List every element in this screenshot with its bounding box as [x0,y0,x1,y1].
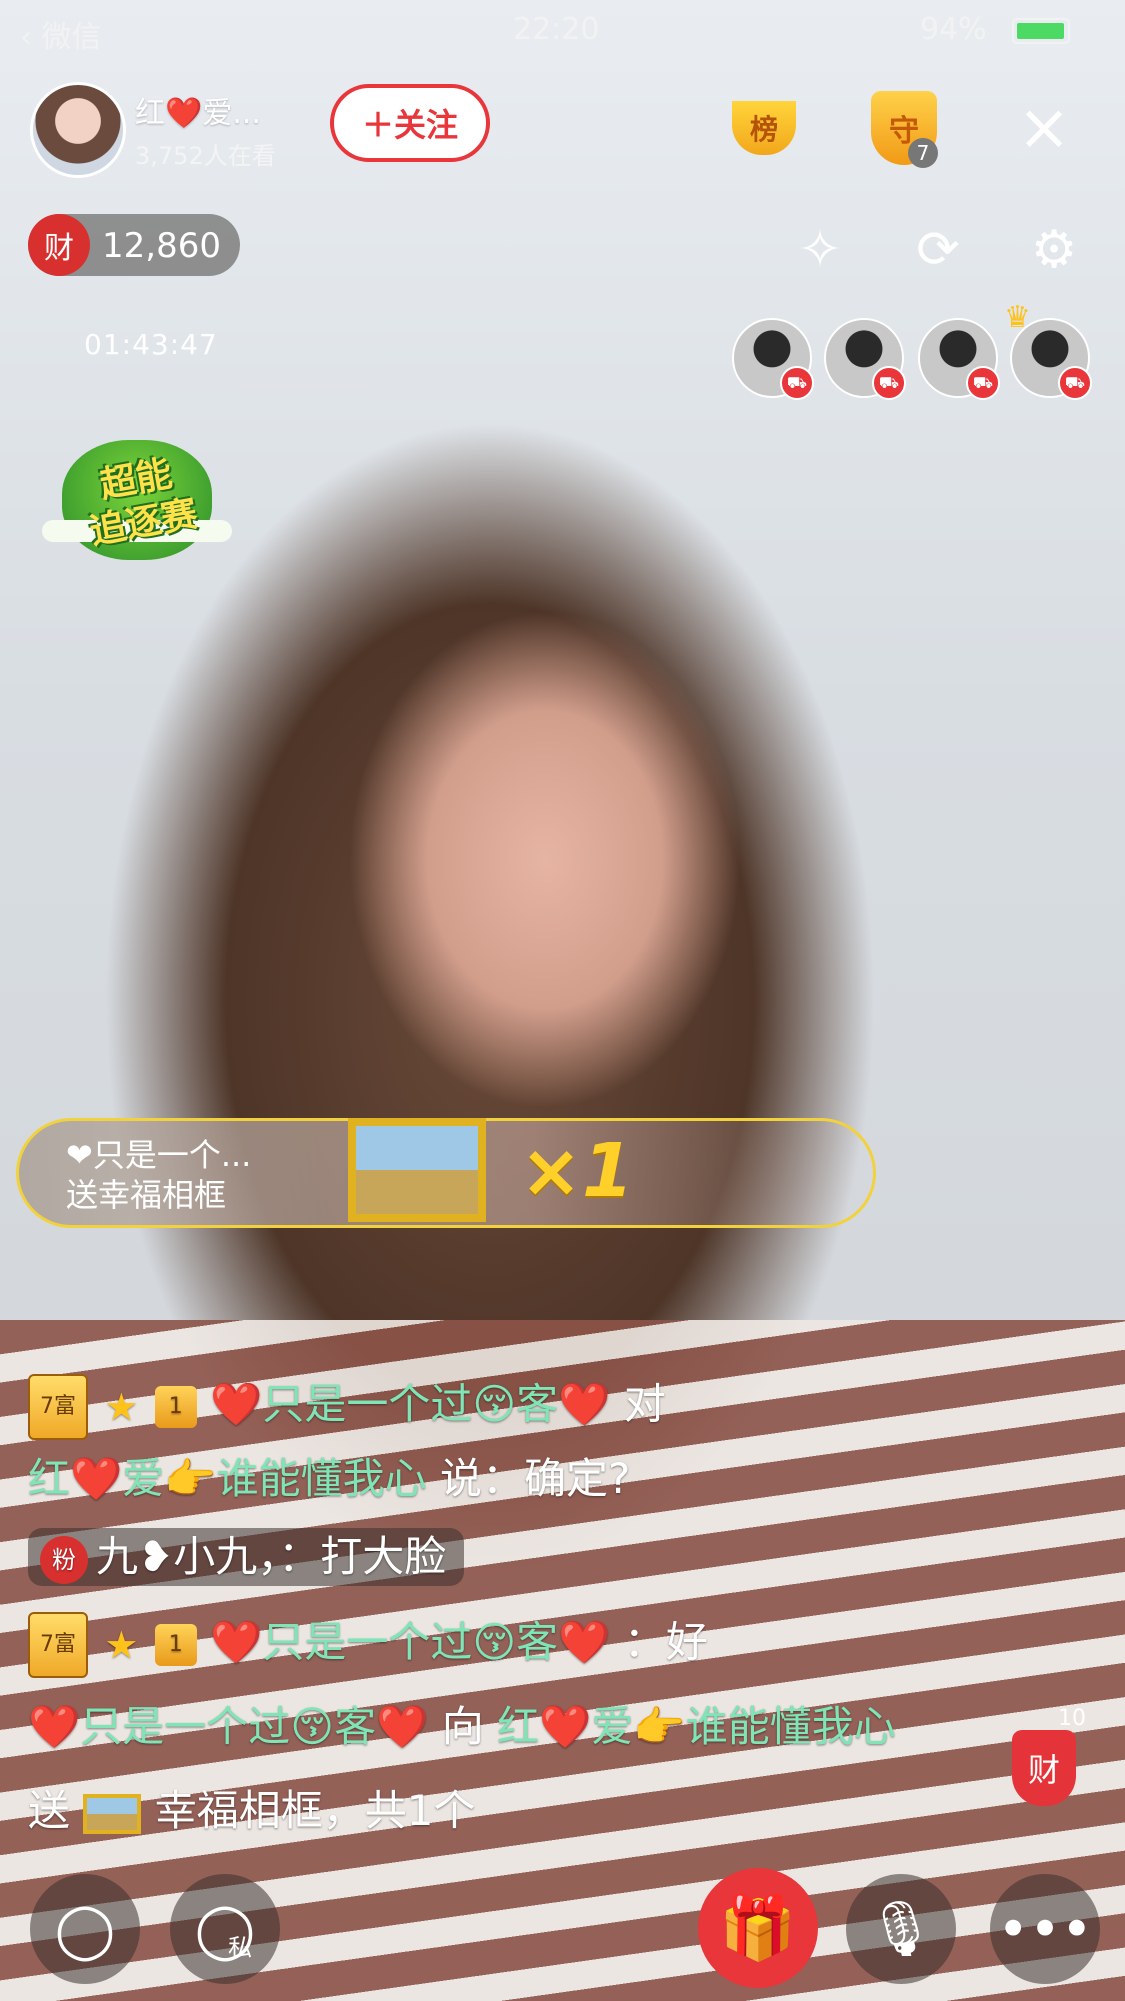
sofa-icon: ⛟ [872,366,906,400]
viewer-avatar[interactable]: ⛟ [918,318,1000,400]
sofa-icon: ⛟ [966,366,1000,400]
magic-wand-icon[interactable]: ✧ [784,214,856,286]
gift-banner-action: 送幸福相框 [66,1176,227,1214]
chat-target[interactable]: 红❤️爱👉谁能懂我心 [497,1702,896,1751]
wealth-value: 12,860 [102,226,221,266]
chat-text: ：打大脸 [278,1532,447,1581]
gear-icon[interactable]: ⚙ [1018,214,1090,286]
chat-username[interactable]: ❤️只是一个过😚客❤️ [210,1380,610,1429]
trophy-icon: 榜 [732,101,796,155]
fan-badge: 粉 [40,1535,88,1584]
chat-pill: 粉九❥小九，：打大脸 [28,1528,465,1586]
crown-icon: ♛ [1004,300,1031,335]
chat-send-label: 送 [28,1786,71,1835]
chat-gift-text: 幸福相框，共1个 [154,1786,476,1835]
chat-username[interactable]: 九❥小九， [96,1532,278,1581]
mic-plus-icon[interactable]: 🎙 [846,1874,956,1984]
rank-trophy-button[interactable]: 榜 [728,92,800,164]
chat-gift-message[interactable]: ❤️只是一个过😚客❤️ 向 红❤️爱👉谁能懂我心 [28,1698,896,1756]
wealth-icon: 财 [28,214,90,276]
status-time: 22:20 [513,12,600,47]
chat-message[interactable]: 7富 ★ 1 ❤️只是一个过😚客❤️ 对 [28,1374,666,1440]
streamer-name[interactable]: 红❤️爱... [135,88,261,132]
wealth-level-badge: 7富 [28,1612,88,1678]
gift-thumbnail [83,1793,142,1834]
chat-message-continued[interactable]: 红❤️爱👉谁能懂我心 说：确定? [28,1450,630,1508]
close-icon[interactable]: × [1012,96,1076,160]
chat-connector: 向 [441,1702,484,1751]
sofa-icon: ⛟ [1058,366,1092,400]
star-icon: ★ [104,1623,139,1667]
chat-bubble-icon[interactable]: ◯ [30,1874,140,1984]
chat-username[interactable]: ❤️只是一个过😚客❤️ [28,1702,428,1751]
medal-icon: 1 [154,1624,197,1666]
gift-icon[interactable]: 🎁 [698,1868,818,1988]
back-chevron-icon: ‹ [20,20,42,55]
more-icon[interactable]: ••• [990,1874,1100,1984]
gift-banner-count: ×1 [520,1128,634,1214]
chat-gift-message-continued[interactable]: 送 幸福相框，共1个 [28,1782,475,1840]
star-icon: ★ [104,1385,139,1429]
medal-icon: 1 [154,1386,197,1428]
wealth-level-badge: 7富 [28,1374,88,1440]
sofa-icon: ⛟ [780,366,814,400]
viewer-avatar[interactable]: ⛟ [732,318,814,400]
battery-icon [1012,18,1070,44]
streamer-avatar[interactable] [30,82,126,178]
chat-target[interactable]: 红❤️爱👉谁能懂我心 [28,1454,427,1503]
promo-event-badge[interactable]: 超能 追逐赛 [42,440,232,560]
guard-count-badge: 7 [908,138,938,168]
fortune-bag-button[interactable]: 财 [1012,1730,1076,1806]
gift-frame-image [348,1118,486,1222]
status-battery-percent: 94% [920,12,987,47]
battery-fill [1017,23,1064,39]
follow-button[interactable]: ＋关注 [330,84,490,162]
fortune-count: 10 [1058,1706,1086,1731]
live-timer: 01:43:47 [84,328,218,361]
chat-text: 说：确定? [439,1454,631,1503]
chat-message[interactable]: 粉九❥小九，：打大脸 [28,1528,465,1586]
viewer-count: 3,752人在看 [135,142,276,170]
viewer-avatar[interactable]: ⛟ [824,318,906,400]
private-chat-icon[interactable]: ◯ [170,1874,280,1984]
camera-flip-icon[interactable]: ⟳ [902,214,974,286]
wealth-pill[interactable]: 财 12,860 [28,214,240,276]
private-chat-label: 私 [228,1934,252,1962]
chat-username[interactable]: ❤️只是一个过😚客❤️ [210,1618,610,1667]
chat-message[interactable]: 7富 ★ 1 ❤️只是一个过😚客❤️ ：好 [28,1612,708,1678]
chat-text: ：好 [623,1617,708,1667]
status-back-app[interactable]: ‹ 微信 [20,12,102,56]
chat-connector: 对 [623,1379,666,1429]
